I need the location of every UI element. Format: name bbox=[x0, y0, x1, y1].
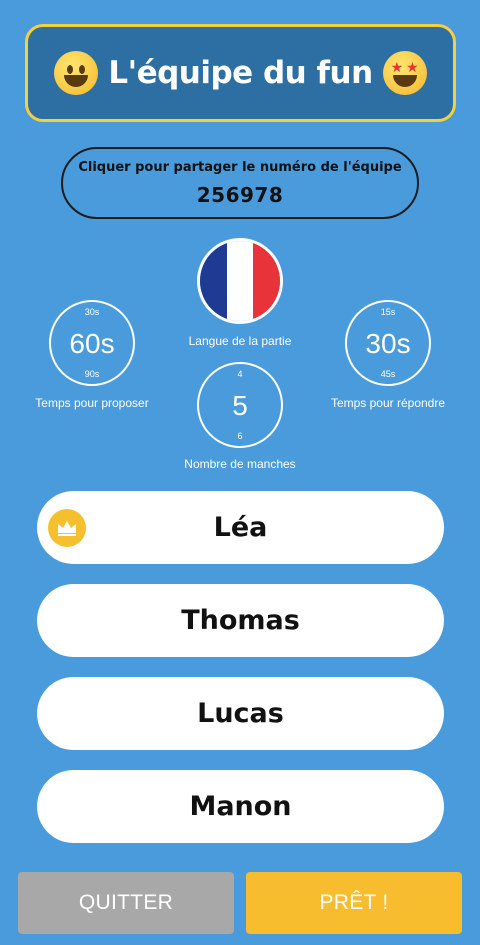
ready-button[interactable]: PRÊT ! bbox=[246, 872, 462, 934]
player-name: Lucas bbox=[197, 698, 284, 729]
share-team-code-button[interactable]: Cliquer pour partager le numéro de l'équ… bbox=[61, 147, 419, 219]
player-name: Manon bbox=[189, 791, 292, 822]
player-card: Manon bbox=[37, 770, 444, 843]
propose-time-min: 30s bbox=[84, 307, 100, 317]
player-name: Léa bbox=[213, 512, 268, 543]
player-name: Thomas bbox=[181, 605, 300, 636]
propose-time-label: Temps pour proposer bbox=[35, 396, 149, 410]
team-title: L'équipe du fun bbox=[108, 55, 373, 91]
answer-time-value: 30s bbox=[365, 328, 411, 359]
answer-time-label: Temps pour répondre bbox=[330, 396, 446, 410]
player-card: Thomas bbox=[37, 584, 444, 657]
rounds-value: 5 bbox=[232, 390, 248, 421]
propose-time-selector[interactable]: 30s 60s 90s bbox=[49, 300, 135, 386]
player-card: Léa bbox=[37, 491, 444, 564]
rounds-max: 6 bbox=[237, 431, 243, 441]
share-label: Cliquer pour partager le numéro de l'équ… bbox=[78, 159, 402, 175]
answer-time-min: 15s bbox=[380, 307, 396, 317]
rounds-label: Nombre de manches bbox=[184, 457, 296, 471]
propose-time-max: 90s bbox=[84, 369, 100, 379]
star-struck-icon: ★ ★ bbox=[382, 51, 427, 95]
team-title-banner: L'équipe du fun ★ ★ bbox=[25, 24, 456, 122]
france-flag-icon[interactable] bbox=[197, 238, 283, 324]
answer-time-max: 45s bbox=[380, 369, 396, 379]
propose-time-value: 60s bbox=[69, 328, 115, 359]
language-label: Langue de la partie bbox=[188, 334, 292, 348]
team-code: 256978 bbox=[196, 182, 284, 207]
crown-icon bbox=[48, 509, 86, 547]
quit-button[interactable]: QUITTER bbox=[18, 872, 234, 934]
answer-time-selector[interactable]: 15s 30s 45s bbox=[345, 300, 431, 386]
grinning-face-icon bbox=[54, 51, 99, 95]
rounds-min: 4 bbox=[237, 369, 243, 379]
player-card: Lucas bbox=[37, 677, 444, 750]
rounds-selector[interactable]: 4 5 6 bbox=[197, 362, 283, 448]
